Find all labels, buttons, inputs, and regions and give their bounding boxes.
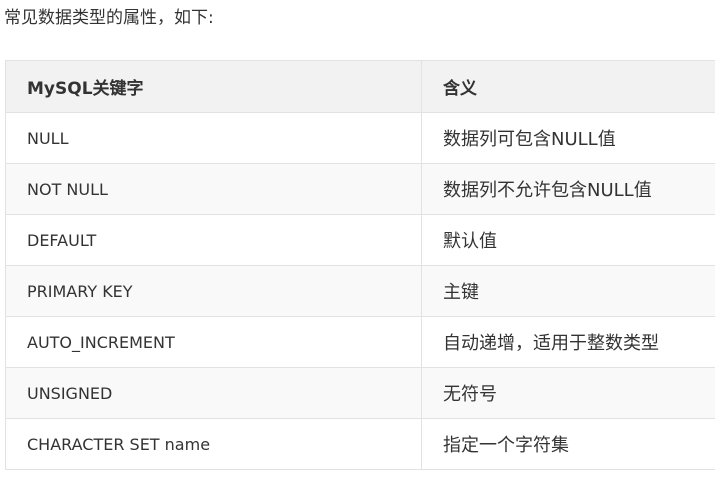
table-row: DEFAULT 默认值 [5, 214, 715, 266]
meaning-cell: 主键 [421, 265, 715, 317]
meaning-cell: 数据列不允许包含NULL值 [421, 163, 715, 215]
meaning-cell: 自动递增，适用于整数类型 [421, 316, 715, 368]
meaning-cell: 默认值 [421, 214, 715, 266]
table-row: NOT NULL 数据列不允许包含NULL值 [5, 163, 715, 215]
keyword-cell: DEFAULT [5, 214, 422, 266]
table-row: NULL 数据列可包含NULL值 [5, 112, 715, 164]
table-header-row: MySQL关键字 含义 [5, 60, 715, 113]
header-keyword: MySQL关键字 [5, 60, 422, 113]
table-row: PRIMARY KEY 主键 [5, 265, 715, 317]
keyword-cell: NOT NULL [5, 163, 422, 215]
table-row: UNSIGNED 无符号 [5, 367, 715, 419]
keyword-cell: NULL [5, 112, 422, 164]
meaning-cell: 指定一个字符集 [421, 418, 715, 470]
meaning-cell: 数据列可包含NULL值 [421, 112, 715, 164]
attributes-table: MySQL关键字 含义 NULL 数据列可包含NULL值 NOT NULL 数据… [5, 60, 715, 470]
table-row: CHARACTER SET name 指定一个字符集 [5, 418, 715, 470]
intro-text: 常见数据类型的属性，如下: [4, 8, 214, 28]
table-row: AUTO_INCREMENT 自动递增，适用于整数类型 [5, 316, 715, 368]
keyword-cell: UNSIGNED [5, 367, 422, 419]
meaning-cell: 无符号 [421, 367, 715, 419]
keyword-cell: AUTO_INCREMENT [5, 316, 422, 368]
keyword-cell: CHARACTER SET name [5, 418, 422, 470]
header-meaning: 含义 [421, 60, 715, 113]
keyword-cell: PRIMARY KEY [5, 265, 422, 317]
